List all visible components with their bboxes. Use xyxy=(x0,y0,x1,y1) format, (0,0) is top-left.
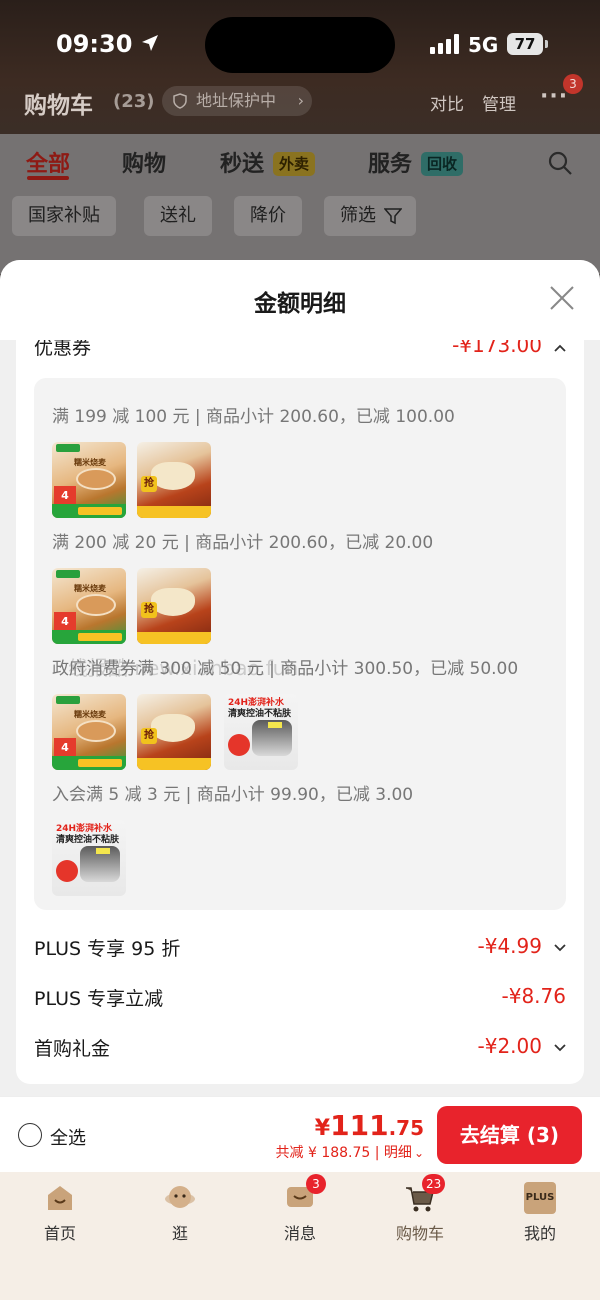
tab-service[interactable]: 服务 xyxy=(368,146,412,178)
filter-price-drop[interactable]: 降价 xyxy=(234,196,302,236)
select-all-radio[interactable] xyxy=(18,1123,42,1147)
first-gift-value: -¥2.00 xyxy=(477,1034,542,1058)
tab-underline xyxy=(27,176,69,180)
filter-gift[interactable]: 送礼 xyxy=(144,196,212,236)
product-thumb-sunscreen[interactable]: 24H澎湃补水 清爽控油不粘肤 xyxy=(224,694,298,770)
chevron-right-icon: › xyxy=(297,91,304,110)
tab-all[interactable]: 全部 xyxy=(26,146,70,178)
amount-detail-sheet: 金额明细 优惠券 -¥173.00 满 199 减 100 元 | 商品小计 2… xyxy=(0,260,600,1096)
more-badge: 3 xyxy=(563,74,583,94)
compare-button[interactable]: 对比 xyxy=(430,90,464,115)
total-price: ¥111.75 xyxy=(314,1109,424,1142)
messages-badge: 3 xyxy=(306,1174,326,1194)
product-thumb-dumpling[interactable]: 抢 xyxy=(137,442,211,518)
product-thumb-rice-siomai[interactable]: 糯米烧麦 4 xyxy=(52,568,126,644)
location-arrow-icon xyxy=(142,35,158,51)
network-type: 5G xyxy=(468,33,499,57)
select-all-label[interactable]: 全选 xyxy=(50,1124,86,1150)
status-bar: 09:30 5G 77 xyxy=(0,0,600,90)
tab-quick-delivery[interactable]: 秒送 xyxy=(220,146,264,178)
shield-icon xyxy=(173,93,187,109)
product-thumb-dumpling[interactable]: 抢 xyxy=(137,568,211,644)
product-thumb-dumpling[interactable]: 抢 xyxy=(137,694,211,770)
coupon-breakdown: 满 199 减 100 元 | 商品小计 200.60，已减 100.00 糯米… xyxy=(34,378,566,910)
signal-icon xyxy=(430,34,459,54)
chevron-down-icon[interactable] xyxy=(552,1040,568,1056)
filter-more-label: 筛选 xyxy=(340,205,376,226)
filter-chips: 国家补贴 送礼 降价 筛选 xyxy=(0,196,600,240)
status-time: 09:30 xyxy=(56,30,133,58)
category-tabs: 全部 购物 秒送 外卖 服务 回收 xyxy=(0,140,600,184)
filter-national-subsidy[interactable]: 国家补贴 xyxy=(12,196,116,236)
chevron-up-icon[interactable] xyxy=(552,340,568,356)
chevron-down-icon[interactable] xyxy=(552,940,568,956)
coupon-line-2: 满 200 减 20 元 | 商品小计 200.60，已减 20.00 xyxy=(52,533,434,553)
page-title: 购物车 xyxy=(24,93,93,119)
takeout-chip: 外卖 xyxy=(273,152,316,176)
coupon-line-4: 入会满 5 减 3 元 | 商品小计 99.90，已减 3.00 xyxy=(52,785,414,805)
sheet-header: 金额明细 xyxy=(0,260,600,340)
tabbar-cart[interactable]: 购物车 23 xyxy=(360,1172,480,1252)
manage-button[interactable]: 管理 xyxy=(482,90,516,115)
address-protect-button[interactable]: 地址保护中 › xyxy=(162,86,312,116)
search-icon[interactable] xyxy=(547,150,573,176)
chevron-down-icon: ⌄ xyxy=(413,1146,424,1160)
tabbar-browse[interactable]: 逛 xyxy=(120,1172,240,1252)
bottom-tab-bar: 首页 逛 消息 3 购物车 23 PLUS 我的 xyxy=(0,1172,600,1300)
home-icon xyxy=(48,1186,72,1210)
battery-icon xyxy=(545,40,548,48)
sheet-title: 金额明细 xyxy=(254,291,346,317)
close-icon[interactable] xyxy=(548,284,576,312)
funnel-icon xyxy=(384,208,402,225)
plus95-value: -¥4.99 xyxy=(477,934,542,958)
watermark: 线报酷 new.xianbao.fun xyxy=(68,656,299,680)
filter-more[interactable]: 筛选 xyxy=(324,196,416,236)
tab-shopping[interactable]: 购物 xyxy=(122,146,166,178)
product-thumb-rice-siomai[interactable]: 糯米烧麦 4 xyxy=(52,694,126,770)
first-gift-label: 首购礼金 xyxy=(34,1038,111,1060)
cart-badge: 23 xyxy=(422,1174,446,1194)
cart-count: (23) xyxy=(113,91,155,112)
tabbar-messages[interactable]: 消息 3 xyxy=(240,1172,360,1252)
coupon-line-1: 满 199 减 100 元 | 商品小计 200.60，已减 100.00 xyxy=(52,407,455,427)
tabbar-home[interactable]: 首页 xyxy=(0,1172,120,1252)
checkout-bar: 全选 ¥111.75 共减 ¥ 188.75 | 明细 ⌄ 去结算 (3) xyxy=(0,1096,600,1172)
plus95-label: PLUS 专享 95 折 xyxy=(34,938,181,960)
recycle-chip: 回收 xyxy=(421,152,464,176)
cart-header: 购物车 (23) 地址保护中 › 对比 管理 ··· 3 xyxy=(0,74,600,124)
battery-level: 77 xyxy=(507,33,543,55)
plus-cut-value: -¥8.76 xyxy=(501,984,566,1008)
product-thumb-rice-siomai[interactable]: 糯米烧麦 4 xyxy=(52,442,126,518)
plus-cut-label: PLUS 专享立减 xyxy=(34,988,164,1010)
plus-member-icon: PLUS xyxy=(524,1182,556,1214)
product-thumb-sunscreen[interactable]: 24H澎湃补水 清爽控油不粘肤 xyxy=(52,820,126,896)
tabbar-mine[interactable]: PLUS 我的 xyxy=(480,1172,600,1252)
dynamic-island xyxy=(205,17,395,73)
checkout-button[interactable]: 去结算 (3) xyxy=(437,1106,582,1164)
address-protect-label: 地址保护中 xyxy=(196,91,277,110)
detail-card: 优惠券 -¥173.00 满 199 减 100 元 | 商品小计 200.60… xyxy=(16,320,584,1084)
browse-face-icon xyxy=(165,1186,195,1208)
saved-detail-link[interactable]: 共减 ¥ 188.75 | 明细 ⌄ xyxy=(276,1142,424,1162)
